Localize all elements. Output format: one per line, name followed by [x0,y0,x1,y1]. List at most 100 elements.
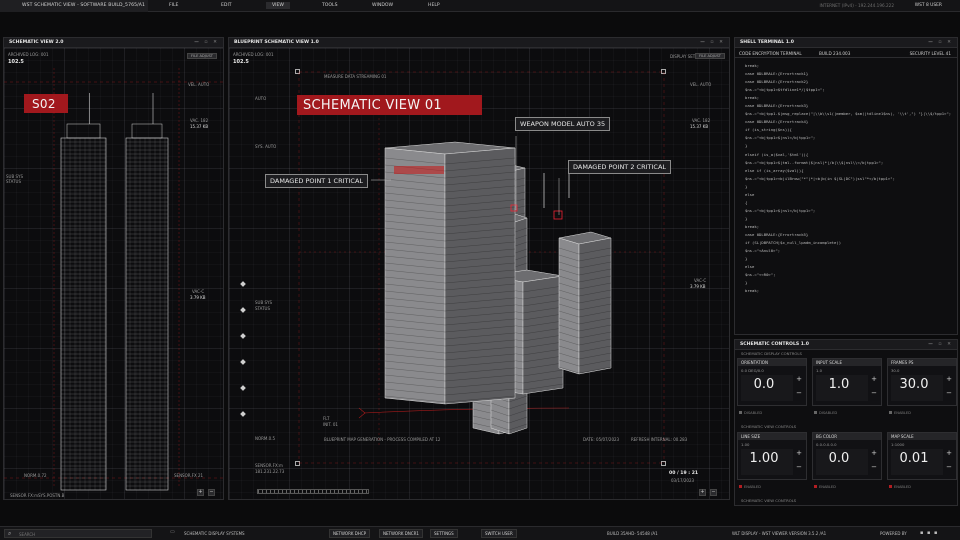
line-size-status[interactable]: ENABLED [739,485,761,489]
control-sub: 1.0 [816,368,823,373]
terminal-line: } [745,280,748,286]
user-menu[interactable]: WST 8 USER [915,3,942,8]
menu-help[interactable]: HELP [428,3,440,8]
minus-icon[interactable]: − [871,463,877,471]
minus-icon[interactable]: − [796,463,802,471]
frames-ps-control[interactable]: FRAMES PS 30.0 30.0 + − [887,358,957,406]
top-menu-bar: WST SCHEMATIC VIEW - SOFTWARE BUILD_5765… [0,0,960,12]
terminal-line: case 0DLBRALE:{Errortrack1} [745,71,809,77]
terminal-line: } [745,183,748,189]
weapon-model-callout[interactable]: WEAPON MODEL AUTO 35 [515,117,611,131]
map-scale-control[interactable]: MAP SCALE 1:1000 0.01 + − [887,432,957,480]
menu-file[interactable]: FILE [169,3,178,8]
menu-view[interactable]: VIEW [266,2,290,9]
build-label: BUILD 35AHD- 54548 /A1 [607,531,658,536]
control-value[interactable]: 0.0 [738,377,790,392]
minus-icon[interactable]: − [871,389,877,397]
control-sub: 0.0.0.0.0.0 [816,442,837,447]
input-scale-control[interactable]: INPUT SCALE 1.0 1.0 + − [812,358,882,406]
terminal-line: case 0DLBRALE:{Errortrack5} [745,231,809,237]
terminal-line: $ns.="<<R0>"; [745,272,776,278]
damaged-point-2-callout[interactable]: DAMAGED POINT 2 CRITICAL [568,160,672,174]
bottom-status-bar: ⌕ ▭ SCHEMATIC DISPLAY SYSTEMS NETWORK DH… [0,526,960,540]
view-controls-label-2: SCHEMATIC VIEW CONTROLS [741,498,797,503]
window-controls[interactable]: — ▫ ✕ [928,40,953,45]
network-dncr1-button[interactable]: NETWORK DNCR1 [379,529,423,538]
plus-icon[interactable]: + [796,449,802,457]
social-icons[interactable]: ▪ ▪ ▪ [920,530,938,536]
frames-ps-status[interactable]: ENABLED [889,411,911,415]
terminal-line: } [745,256,748,262]
network-status: INTERNET (IPv4) - 192.244.196.222 [819,3,894,8]
blueprint-schematic-panel: BLUEPRINT SCHEMATIC VIEW 1.0 — ▫ ✕ ARCHI… [228,37,730,500]
orientation-control[interactable]: ORIENTATION 0.0 DEG/0.0 0.0 + − [737,358,807,406]
minus-icon[interactable]: − [946,389,952,397]
control-title: LINE SIZE [738,433,806,440]
control-title: FRAMES PS [888,359,956,366]
terminal-line: break; [745,223,760,229]
display-version-label: WLT DISPLAY - WST VIEWER VERSION 3.5.2 /… [732,531,827,536]
schematic-canvas[interactable]: ARCHIVED LOG: 001 102.5 FILE ADJUST S02 … [4,48,223,499]
control-value[interactable]: 30.0 [888,377,940,392]
window-controls[interactable]: — ▫ ✕ [194,40,219,45]
plus-icon[interactable]: + [946,449,952,457]
plus-icon[interactable]: + [871,375,877,383]
damaged-point-1-callout[interactable]: DAMAGED POINT 1 CRITICAL [265,174,369,188]
map-scale-status[interactable]: ENABLED [889,485,911,489]
terminal-output[interactable]: break; case 0DLBRALE:{Errortrack1} case 0D… [735,58,957,295]
terminal-line: $ns.="<b|tpp1.$|msg_replace("|\\b\\s1(|m… [745,111,952,117]
plus-icon[interactable]: + [871,449,877,457]
window-controls[interactable]: — ▫ ✕ [928,342,953,347]
panel-header: SCHEMATIC CONTROLS 1.0 — ▫ ✕ [735,340,957,350]
control-title: ORIENTATION [738,359,806,366]
panel-title: SCHEMATIC CONTROLS 1.0 [740,342,809,347]
display-systems-icon: ▭ [170,529,175,535]
terminal-line: if (SL|DBPATCH|$x_null_lpadm_incomplete)… [745,240,842,246]
build-label: BUILD 234.003 [819,51,851,56]
view-controls-label: SCHEMATIC VIEW CONTROLS [741,424,797,429]
plus-icon[interactable]: + [796,375,802,383]
bg-color-control[interactable]: BG COLOR 0.0.0.0.0.0 0.0 + − [812,432,882,480]
control-title: INPUT SCALE [813,359,881,366]
terminal-line: $ns.="<b|tpp1>$|nsl</b|tpp1>"; [745,135,816,141]
network-dhcp-button[interactable]: NETWORK DHCP [329,529,371,538]
menu-window[interactable]: WINDOW [372,3,393,8]
search-box[interactable]: ⌕ [4,529,152,538]
schematic-controls-panel: SCHEMATIC CONTROLS 1.0 — ▫ ✕ SCHEMATIC D… [734,339,958,506]
terminal-line: { [745,199,748,205]
control-value[interactable]: 0.0 [813,451,865,466]
panel-header: SCHEMATIC VIEW 2.0 — ▫ ✕ [4,38,223,48]
menu-tools[interactable]: TOOLS [322,3,338,8]
terminal-line: $ns.="<b|tpp1>$|nsl</b|tpp1>"; [745,207,816,213]
terminal-line: $ns.="<Anul0>"; [745,248,781,254]
blueprint-drawing [240,71,665,464]
control-value[interactable]: 1.0 [813,377,865,392]
panel-header: BLUEPRINT SCHEMATIC VIEW 1.0 — ▫ ✕ [229,38,729,48]
plus-icon[interactable]: + [946,375,952,383]
window-controls[interactable]: — ▫ ✕ [700,40,725,45]
blueprint-canvas[interactable]: ARCHIVED LOG: 001 102.5 DISPLAY SET FILE… [229,48,729,499]
control-value[interactable]: 0.01 [888,451,940,466]
terminal-line: $ns.="<b|tpp1><b|ilBrow("*"|*|<b|b(in $|… [745,175,895,181]
bg-color-status[interactable]: ENABLED [814,485,836,489]
tower-cluster-3d [384,141,612,435]
terminal-line: } [745,215,748,221]
search-input[interactable] [19,531,139,537]
menu-edit[interactable]: EDIT [221,3,232,8]
schematic-systems-label: SCHEMATIC DISPLAY SYSTEMS [184,531,245,536]
terminal-line: break; [745,63,760,68]
minus-icon[interactable]: − [796,389,802,397]
minus-icon[interactable]: − [946,463,952,471]
line-size-control[interactable]: LINE SIZE 1.00 1.00 + − [737,432,807,480]
input-scale-status[interactable]: DISABLED [814,411,837,415]
orientation-status[interactable]: DISABLED [739,411,762,415]
switch-user-button[interactable]: SWITCH USER [481,529,517,538]
terminal-line: else [745,191,755,197]
control-value[interactable]: 1.00 [738,451,790,466]
security-level-label: SECURITY LEVEL 41 [909,51,951,56]
terminal-line: break; [745,95,760,101]
settings-button[interactable]: SETTINGS [430,529,458,538]
terminal-line: if (is_string($ns)){ [745,127,792,133]
code-encryption-label: CODE ENCRYPTION TERMINAL [739,51,802,56]
schematic-view-2-panel: SCHEMATIC VIEW 2.0 — ▫ ✕ ARCHIVED LOG: 0… [3,37,224,500]
